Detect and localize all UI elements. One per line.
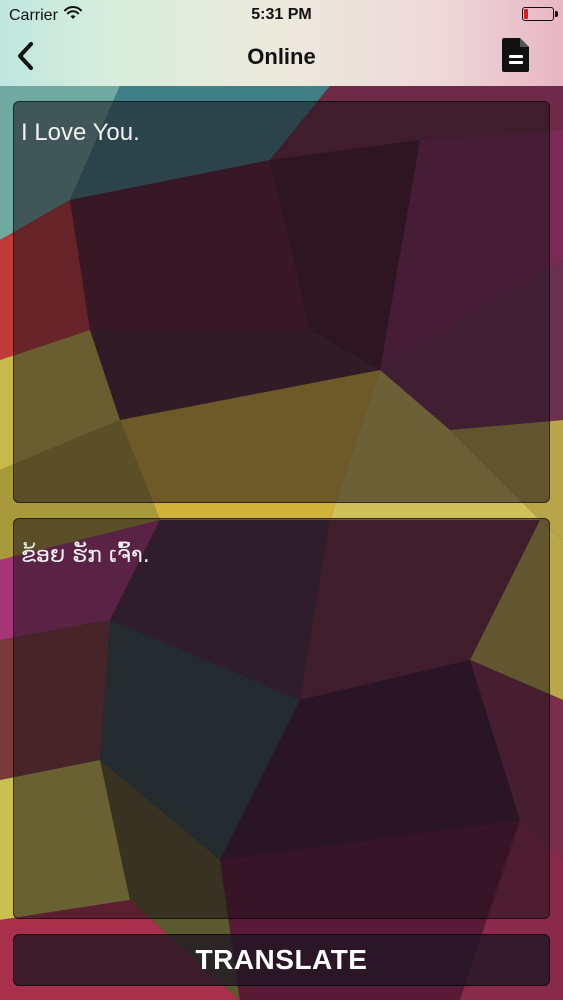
navigation-bar: Online bbox=[0, 30, 563, 86]
source-text-area[interactable]: I Love You. bbox=[13, 101, 550, 503]
translated-text: ຂ້ອຍ ຮັກ ເຈົ້າ. bbox=[21, 543, 150, 568]
status-bar: Carrier 5:31 PM bbox=[0, 0, 563, 30]
status-time: 5:31 PM bbox=[251, 6, 312, 23]
battery-icon bbox=[522, 7, 558, 21]
document-icon bbox=[501, 36, 531, 79]
source-text: I Love You. bbox=[21, 119, 140, 146]
battery-level bbox=[524, 9, 528, 19]
translate-button[interactable]: TRANSLATE bbox=[13, 934, 550, 986]
document-button[interactable] bbox=[499, 36, 533, 78]
translation-output-area[interactable]: ຂ້ອຍ ຮັກ ເຈົ້າ. bbox=[13, 518, 550, 919]
top-bar: Carrier 5:31 PM Online bbox=[0, 0, 563, 86]
page-title: Online bbox=[247, 44, 316, 69]
